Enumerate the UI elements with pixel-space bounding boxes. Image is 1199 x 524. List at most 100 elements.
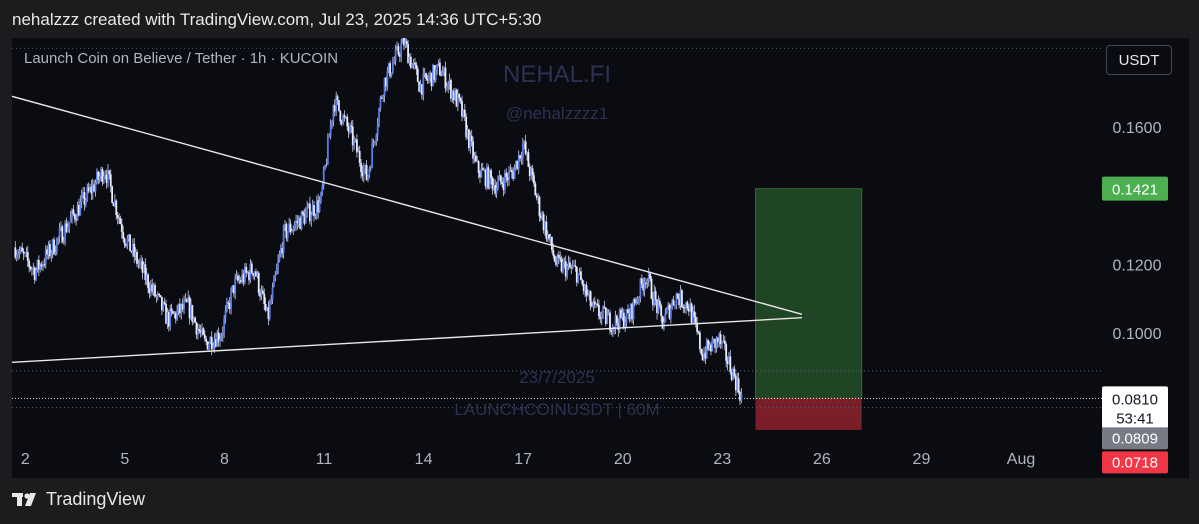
candle-body (635, 303, 638, 305)
candle-body (640, 278, 643, 284)
candle-body (580, 271, 582, 281)
candle-body (499, 175, 502, 182)
candle-body (203, 334, 206, 339)
candle-body (54, 252, 57, 255)
x-tick-label: 8 (220, 451, 229, 468)
candle-body (360, 162, 362, 172)
candle-body (273, 277, 275, 288)
candle-body (80, 195, 83, 202)
candle-body (386, 71, 389, 87)
candle-body (694, 316, 697, 323)
candle-body (568, 262, 571, 268)
candle-body (234, 277, 237, 294)
candle-body (658, 300, 661, 306)
candle-body (57, 237, 60, 239)
candle-body (53, 239, 55, 255)
candle-body (664, 313, 667, 323)
candle-body (606, 315, 609, 324)
watermark-date: 23/7/2025 (519, 368, 595, 387)
candle-body (291, 230, 293, 233)
attribution-text: nehalzzz created with TradingView.com, J… (12, 10, 542, 29)
profit-zone (754, 188, 863, 399)
tradingview-brand[interactable]: TradingView (12, 489, 145, 510)
candle-body (394, 49, 397, 61)
currency-button[interactable]: USDT (1106, 45, 1172, 75)
candle-body (98, 176, 101, 180)
candle-body (79, 201, 82, 216)
candle-body (638, 298, 640, 300)
candle-body (505, 173, 508, 177)
chart-panel[interactable]: NEHAL.FI @nehalzzzz1 23/7/2025 LAUNCHCOINUS… (12, 38, 1189, 478)
candle-body (645, 282, 647, 284)
candle-body (292, 228, 295, 231)
candle-body (210, 336, 213, 350)
candle-body (119, 218, 122, 224)
candle-body (527, 152, 530, 167)
candle-body (306, 207, 309, 213)
candle-body (61, 226, 64, 243)
candle-body (138, 262, 141, 264)
candle-body (571, 266, 574, 268)
candle-body (111, 186, 114, 203)
watermark: NEHAL.FI @nehalzzzz1 23/7/2025 LAUNCHCOINUS… (454, 61, 659, 419)
candle-body (397, 46, 400, 55)
candle-body (510, 170, 513, 173)
candle-body (553, 255, 556, 262)
candle-body (598, 305, 600, 317)
candle-body (154, 284, 156, 297)
candle-body (444, 67, 447, 89)
candle-body (566, 265, 569, 277)
brand-label: TradingView (46, 489, 146, 509)
candle-body (35, 270, 37, 280)
candle-body (495, 188, 498, 194)
x-tick-label: 11 (316, 451, 333, 468)
candle-body (650, 278, 653, 299)
candle-body (538, 196, 541, 217)
candle-body (336, 96, 339, 101)
candle-body (122, 232, 125, 239)
candle-body (226, 302, 228, 311)
candle-body (508, 171, 510, 181)
candle-body (441, 72, 444, 76)
candle-body (609, 312, 611, 331)
candle-body (72, 209, 75, 215)
candle-body (221, 332, 224, 336)
candle-body (275, 268, 278, 275)
candle-body (270, 300, 273, 304)
candle-body (326, 136, 329, 165)
candle-body (302, 211, 304, 215)
candle-body (559, 257, 562, 260)
candle-body (427, 76, 430, 81)
candle-body (589, 291, 592, 307)
candle-body (422, 73, 425, 95)
candle-body (278, 254, 281, 261)
candle-body (350, 125, 353, 127)
candle-body (55, 238, 58, 253)
candle-body (369, 167, 372, 169)
candle-body (250, 263, 253, 274)
x-tick-label: Aug (1007, 451, 1035, 468)
candle-body (534, 183, 537, 196)
candle-body (603, 306, 606, 308)
candle-body (29, 266, 32, 270)
candle-body (17, 254, 19, 256)
candle-body (733, 368, 736, 377)
candle-body (700, 348, 703, 355)
candle-body (136, 251, 138, 264)
x-tick-label: 14 (415, 451, 433, 468)
candle-body (257, 272, 260, 293)
candle-body (212, 347, 214, 350)
candle-body (120, 223, 123, 233)
top-bar: nehalzzz created with TradingView.com, J… (0, 0, 1199, 38)
candle-body (219, 339, 221, 342)
candle-body (159, 295, 162, 297)
candle-body (183, 300, 185, 310)
x-tick-label: 26 (813, 451, 831, 468)
candle-body (223, 318, 226, 333)
candle-body (324, 165, 327, 170)
candle-body (58, 229, 61, 238)
candle-body (261, 290, 264, 294)
candle-body (693, 311, 696, 317)
chart-canvas[interactable]: NEHAL.FI @nehalzzzz1 23/7/2025 LAUNCHCOINUS… (12, 38, 1189, 478)
candle-body (108, 170, 111, 175)
